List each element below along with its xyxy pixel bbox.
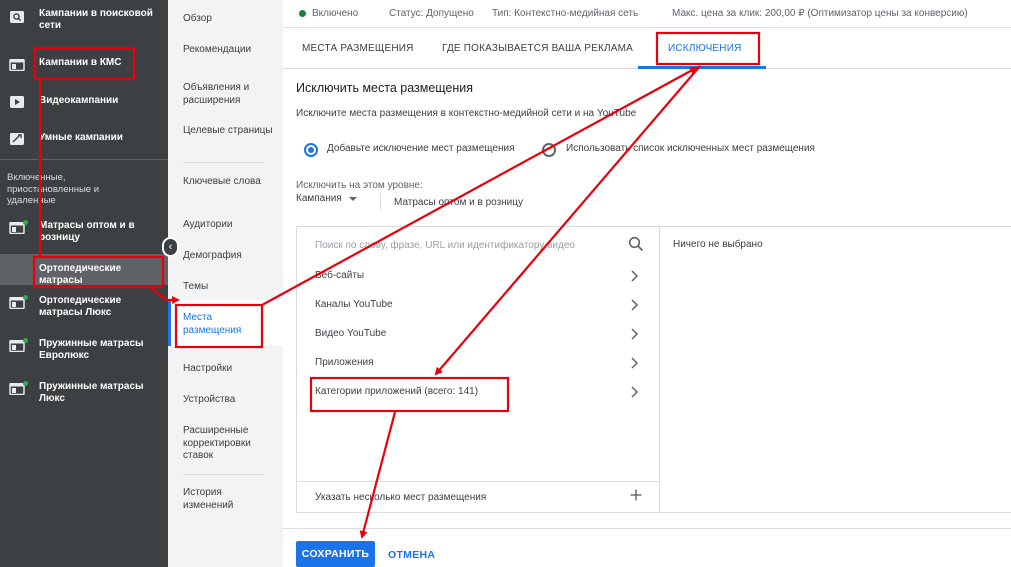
menu-divider xyxy=(183,162,263,163)
category-label: Приложения xyxy=(315,357,374,368)
tab-where-ads-showed[interactable]: ГДЕ ПОКАЗЫВАЕТСЯ ВАША РЕКЛАМА xyxy=(442,43,633,54)
menu-item-settings[interactable]: Настройки xyxy=(183,363,273,376)
picker-row-divider xyxy=(296,481,659,482)
category-row-youtube-channels[interactable]: Каналы YouTube xyxy=(297,292,658,321)
nav-label: Пружинные матрасы Люкс xyxy=(39,381,144,404)
tab-placements[interactable]: МЕСТА РАЗМЕЩЕНИЯ xyxy=(302,43,414,54)
menu-item-topics[interactable]: Темы xyxy=(183,281,273,294)
nav-divider xyxy=(0,159,168,160)
category-label: Видео YouTube xyxy=(315,328,387,339)
menu-item-change-history[interactable]: История изменений xyxy=(183,487,273,512)
menu-item-recommendations[interactable]: Рекомендации xyxy=(183,44,273,57)
enabled-status-dot xyxy=(299,10,306,17)
status-state[interactable]: Включено xyxy=(312,8,358,19)
nav-label: Кампании в поисковой сети xyxy=(39,8,153,31)
radio-add-exclusion[interactable] xyxy=(304,143,318,157)
level-divider xyxy=(380,193,381,211)
category-row-youtube-videos[interactable]: Видео YouTube xyxy=(297,321,658,350)
display-campaign-icon xyxy=(9,59,25,71)
search-campaign-icon xyxy=(10,11,24,23)
nav-label: Ортопедические матрасы Люкс xyxy=(39,295,122,318)
category-label: Веб-сайты xyxy=(315,270,365,281)
search-icon[interactable] xyxy=(628,236,644,252)
caret-down-icon[interactable] xyxy=(349,197,357,201)
status-type: Тип: Контекстно-медийная сеть xyxy=(492,8,639,19)
radio-use-exclusion-list[interactable] xyxy=(542,143,556,157)
enabled-status-dot xyxy=(23,338,28,343)
category-label: Категории приложений (всего: 141) xyxy=(315,386,479,397)
enabled-status-dot xyxy=(23,220,28,225)
tab-active-indicator xyxy=(638,66,766,69)
level-label: Исключить на этом уровне: xyxy=(296,180,423,191)
menu-item-bid-adjustments[interactable]: Расширенные корректировки ставок xyxy=(183,425,273,463)
selection-empty-state: Ничего не выбрано xyxy=(673,239,763,250)
status-max-cpc: Макс. цена за клик: 200,00 ₽ (Оптимизато… xyxy=(672,8,968,19)
save-button[interactable]: СОХРАНИТЬ xyxy=(296,541,375,567)
menu-item-keywords[interactable]: Ключевые слова xyxy=(183,176,273,189)
footer-divider xyxy=(283,528,1011,529)
nav-label: Пружинные матрасы Евролюкс xyxy=(39,338,144,361)
menu-item-placements[interactable]: Места размещения xyxy=(183,312,273,337)
plus-icon[interactable] xyxy=(630,489,642,501)
enabled-status-dot xyxy=(23,295,28,300)
status-approval: Статус: Допущено xyxy=(389,8,474,19)
category-row-websites[interactable]: Веб-сайты xyxy=(297,263,658,292)
menu-item-ads[interactable]: Объявления и расширения xyxy=(183,82,273,107)
menu-item-overview[interactable]: Обзор xyxy=(183,13,273,26)
chevron-right-icon xyxy=(631,328,639,340)
enabled-status-dot xyxy=(23,381,28,386)
placement-search-input[interactable]: Поиск по слову, фразе, URL или идентифик… xyxy=(315,240,575,251)
page-description: Исключите места размещения в контекстно-… xyxy=(296,108,637,119)
tab-exclusions[interactable]: ИСКЛЮЧЕНИЯ xyxy=(668,43,742,54)
chevron-right-icon xyxy=(631,357,639,369)
menu-item-audiences[interactable]: Аудитории xyxy=(183,219,273,232)
menu-item-devices[interactable]: Устройства xyxy=(183,394,273,407)
cancel-button[interactable]: ОТМЕНА xyxy=(388,549,435,561)
category-row-app-categories[interactable]: Категории приложений (всего: 141) xyxy=(297,379,658,408)
left-navigation: Кампании в поисковой сети Кампании в КМС… xyxy=(0,0,168,567)
menu-active-indicator xyxy=(168,300,171,346)
nav-label: Видеокампании xyxy=(39,95,119,106)
level-campaign-name: Матрасы оптом и в розницу xyxy=(394,197,523,208)
menu-item-landing-pages[interactable]: Целевые страницы xyxy=(183,125,273,138)
category-label: Каналы YouTube xyxy=(315,299,393,310)
add-multiple-placements[interactable]: Указать несколько мест размещения xyxy=(315,492,486,503)
smart-campaign-icon xyxy=(10,133,24,145)
menu-divider xyxy=(183,474,263,475)
nav-label: Матрасы оптом и в розницу xyxy=(39,220,135,243)
chevron-left-icon: ‹ xyxy=(168,241,173,253)
category-row-apps[interactable]: Приложения xyxy=(297,350,658,379)
nav-section-label: Включенные, приостановленные и удаленные xyxy=(7,172,100,206)
picker-divider xyxy=(659,226,660,513)
collapse-sidebar-button[interactable]: ‹ xyxy=(162,237,179,257)
page-title: Исключить места размещения xyxy=(296,81,474,95)
nav-label: Кампании в КМС xyxy=(39,57,122,68)
video-campaign-icon xyxy=(10,96,24,108)
level-select[interactable]: Кампания xyxy=(296,193,342,204)
menu-item-demographics[interactable]: Демография xyxy=(183,250,273,263)
chevron-right-icon xyxy=(631,386,639,398)
page-menu: Обзор Рекомендации Объявления и расширен… xyxy=(168,0,283,567)
chevron-right-icon xyxy=(631,270,639,282)
chevron-right-icon xyxy=(631,299,639,311)
radio-use-exclusion-list-label[interactable]: Использовать список исключенных мест раз… xyxy=(566,143,815,154)
radio-add-exclusion-label[interactable]: Добавьте исключение мест размещения xyxy=(327,143,515,154)
tab-bar: МЕСТА РАЗМЕЩЕНИЯ ГДЕ ПОКАЗЫВАЕТСЯ ВАША Р… xyxy=(283,27,1011,69)
nav-label: Ортопедические матрасы xyxy=(39,263,122,286)
nav-label: Умные кампании xyxy=(39,132,123,143)
campaign-status-bar: Включено Статус: Допущено Тип: Контекстн… xyxy=(283,0,1011,27)
